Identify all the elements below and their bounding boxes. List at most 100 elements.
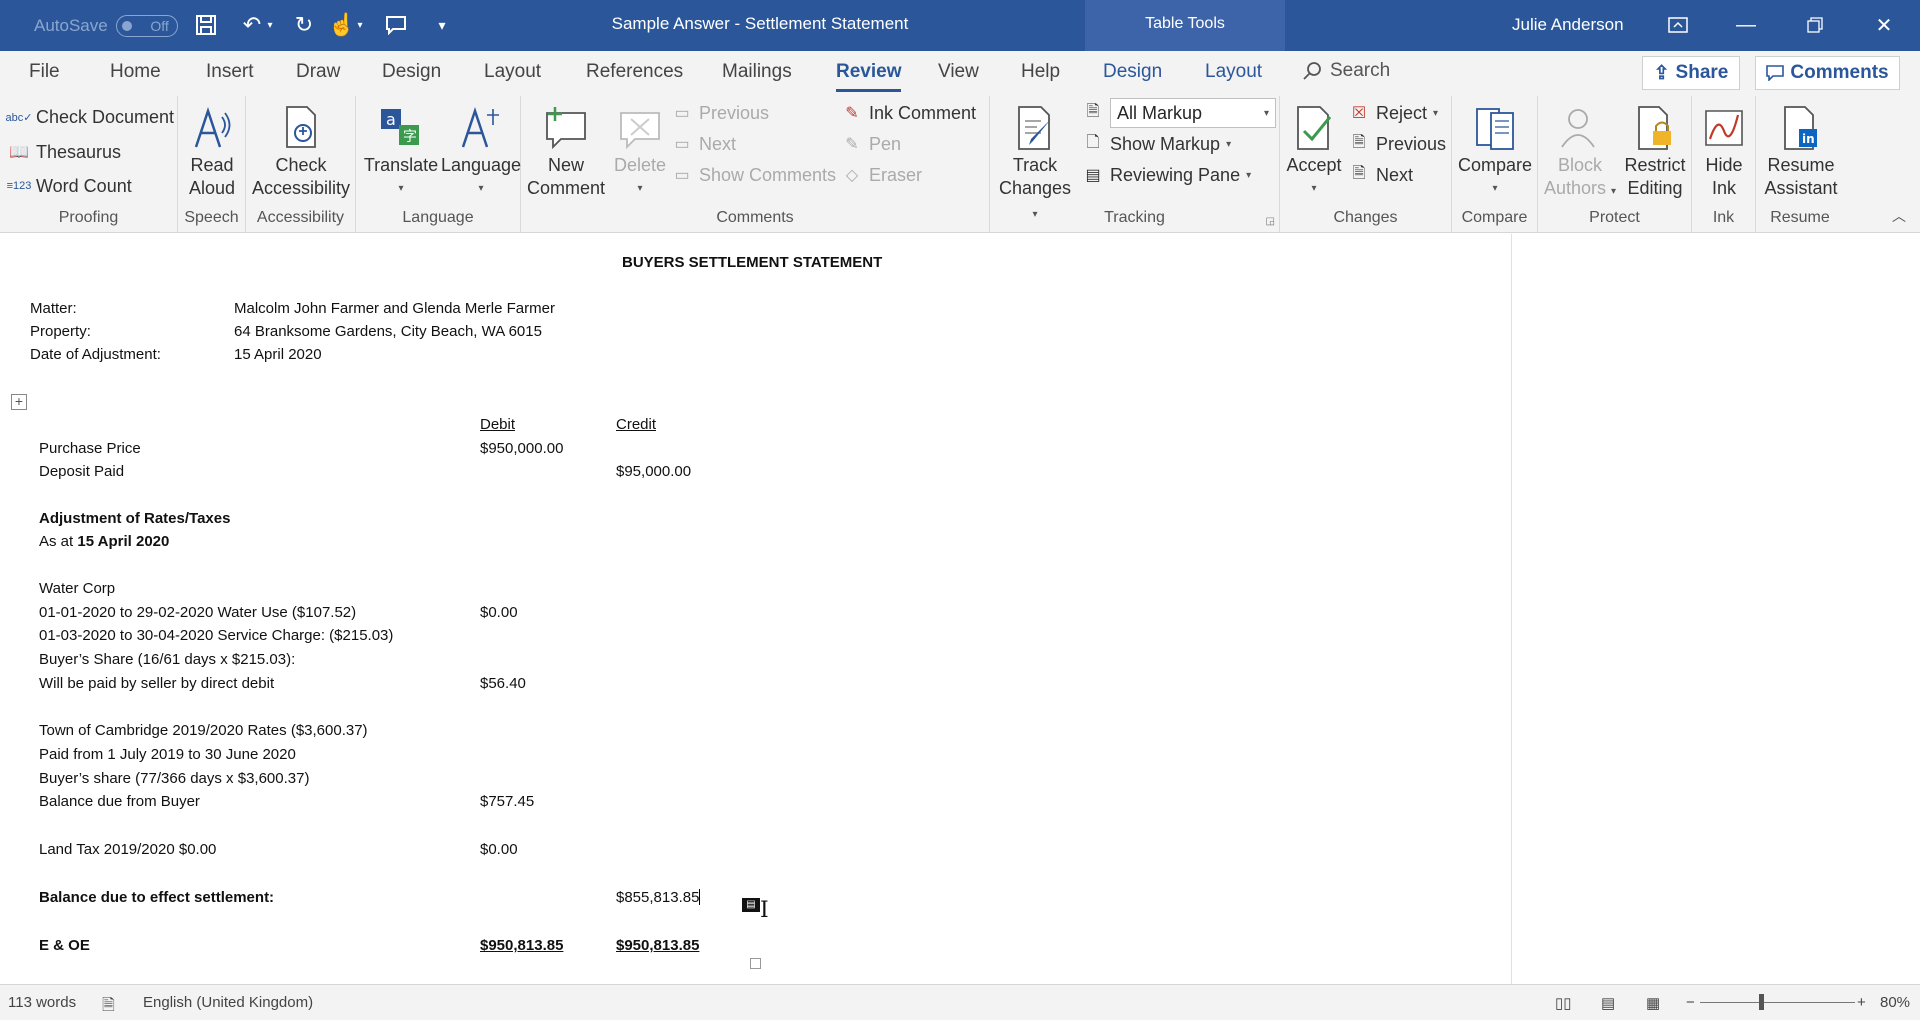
tab-references[interactable]: References	[586, 61, 683, 83]
compare-label: Compare	[1457, 155, 1533, 175]
word-count-status[interactable]: 113 words	[8, 994, 76, 1011]
protect-group-label: Protect	[1589, 209, 1640, 226]
tab-insert[interactable]: Insert	[206, 61, 254, 83]
zoom-slider-thumb[interactable]	[1759, 994, 1764, 1010]
resume-assistant-button[interactable]: in Resume Assistant	[1758, 102, 1844, 200]
read-mode-icon[interactable]: ▯▯	[1555, 994, 1572, 1012]
share-label: Share	[1675, 62, 1729, 83]
next-change-button[interactable]: 🗎 Next	[1348, 164, 1413, 186]
share-icon: ⇪	[1653, 62, 1670, 84]
word-count-button[interactable]: ≡123 Word Count	[7, 175, 132, 197]
balance-settlement-label: Balance due to effect settlement:	[39, 889, 275, 906]
reject-label: Reject	[1376, 102, 1428, 123]
tab-draw[interactable]: Draw	[296, 61, 340, 83]
web-layout-icon[interactable]: ▦	[1646, 994, 1660, 1012]
markup-view-select[interactable]: All Markup ▾	[1110, 98, 1276, 128]
title-bar: AutoSave Off ↶ ▾ ↻ ☝ ▾ ▾ Sample Answer -…	[0, 0, 1920, 51]
autosave-control[interactable]: AutoSave Off	[34, 0, 178, 51]
table-move-handle-icon[interactable]: +	[11, 394, 27, 410]
tab-review[interactable]: Review	[836, 61, 902, 92]
tab-design[interactable]: Design	[382, 61, 441, 83]
show-markup-button[interactable]: 🗋 Show Markup ▾	[1082, 133, 1232, 155]
page-margin-line	[1511, 234, 1512, 984]
tab-help[interactable]: Help	[1021, 61, 1060, 83]
deposit-paid-label: Deposit Paid	[39, 463, 125, 480]
close-icon[interactable]: ✕	[1866, 8, 1902, 42]
new-comment-icon	[543, 102, 589, 154]
track-changes-button[interactable]: Track Changes ▾	[996, 102, 1074, 226]
comments-button[interactable]: Comments	[1755, 56, 1900, 90]
tracking-options-launcher-icon[interactable]: ◲	[1266, 216, 1275, 227]
accept-button[interactable]: Accept ▾	[1282, 102, 1346, 200]
check-document-button[interactable]: abc✓ Check Document	[6, 106, 175, 128]
compare-button[interactable]: Compare ▾	[1455, 102, 1535, 200]
check-accessibility-button[interactable]: Check Accessibility	[250, 102, 352, 200]
table-resize-handle-icon[interactable]	[750, 958, 761, 969]
document-title: Sample Answer - Settlement Statement	[611, 14, 909, 33]
pen-button[interactable]: ✎ Pen	[841, 133, 901, 155]
property-value: 64 Branksome Gardens, City Beach, WA 601…	[234, 323, 542, 340]
language-button[interactable]: Language ▾	[441, 102, 521, 200]
read-aloud-button[interactable]: Read Aloud	[185, 102, 239, 200]
hide-ink-button[interactable]: Hide Ink	[1696, 102, 1752, 200]
ribbon-display-options-icon[interactable]	[1660, 8, 1696, 42]
autosave-toggle[interactable]: Off	[115, 14, 178, 37]
language-status[interactable]: English (United Kingdom)	[143, 994, 313, 1011]
paste-options-icon[interactable]: ▤	[742, 898, 760, 912]
delete-label: Delete	[613, 155, 667, 175]
tab-file[interactable]: File	[29, 61, 60, 83]
user-name[interactable]: Julie Anderson	[1512, 0, 1624, 50]
tab-view[interactable]: View	[938, 61, 979, 83]
show-comments-button[interactable]: ▭ Show Comments	[671, 164, 836, 186]
reviewing-pane-button[interactable]: ▤ Reviewing Pane ▾	[1082, 164, 1251, 186]
block-authors-button[interactable]: Block Authors ▾	[1542, 102, 1618, 203]
comment-icon	[1766, 65, 1785, 81]
delete-comment-icon	[617, 102, 663, 154]
paid-from-label: Paid from 1 July 2019 to 30 June 2020	[39, 746, 296, 763]
zoom-slider-track[interactable]	[1700, 1002, 1855, 1003]
thesaurus-button[interactable]: 📖 Thesaurus	[8, 141, 121, 163]
proofing-status-icon[interactable]: 🗎	[102, 994, 115, 1020]
matter-label: Matter:	[30, 300, 77, 317]
tab-layout[interactable]: Layout	[484, 61, 541, 83]
previous-change-button[interactable]: 🗎 Previous	[1348, 133, 1446, 155]
next-comment-button[interactable]: ▭ Next	[671, 133, 736, 155]
tab-mailings[interactable]: Mailings	[722, 61, 792, 83]
proofing-group-label: Proofing	[58, 209, 119, 226]
undo-dropdown-icon[interactable]: ▾	[262, 10, 278, 40]
collapse-ribbon-icon[interactable]: ︿	[1892, 206, 1906, 226]
previous-comment-label: Previous	[699, 102, 770, 123]
restrict-editing-button[interactable]: Restrict Editing	[1620, 102, 1690, 200]
block-authors-label-1: Block	[1557, 155, 1602, 175]
zoom-out-icon[interactable]: −	[1686, 994, 1695, 1011]
document-area[interactable]: BUYERS SETTLEMENT STATEMENT Matter: Malc…	[0, 234, 1920, 984]
new-comment-button[interactable]: New Comment	[525, 102, 607, 200]
comment-quick-icon[interactable]	[380, 10, 412, 40]
restore-icon[interactable]	[1797, 8, 1833, 42]
previous-change-icon: 🗎	[1352, 133, 1366, 151]
previous-comment-button[interactable]: ▭ Previous	[671, 102, 769, 124]
tell-me-search[interactable]: Search	[1302, 60, 1390, 82]
customize-toolbar-icon[interactable]: ▾	[426, 10, 458, 40]
reject-button[interactable]: ☒ Reject ▾	[1348, 102, 1438, 124]
zoom-level[interactable]: 80%	[1880, 994, 1910, 1011]
ink-comment-button[interactable]: ✎ Ink Comment	[841, 102, 976, 124]
balance-settlement-credit[interactable]: $855,813.85	[616, 889, 701, 906]
svg-text:in: in	[1802, 132, 1815, 146]
eraser-button[interactable]: ◇ Eraser	[841, 164, 922, 186]
tab-table-design[interactable]: Design	[1103, 61, 1162, 83]
translate-button[interactable]: a字 Translate ▾	[362, 102, 440, 200]
redo-icon[interactable]: ↻	[288, 10, 320, 40]
touch-dropdown-icon[interactable]: ▾	[352, 10, 368, 40]
reject-icon: ☒	[1351, 105, 1367, 122]
tab-home[interactable]: Home	[110, 61, 161, 83]
tab-table-layout[interactable]: Layout	[1205, 61, 1262, 83]
minimize-icon[interactable]: —	[1728, 8, 1764, 42]
date-value: 15 April 2020	[234, 346, 322, 363]
delete-comment-button[interactable]: Delete ▾	[609, 102, 671, 200]
text-caret	[699, 889, 701, 905]
share-button[interactable]: ⇪ Share	[1642, 56, 1740, 90]
save-icon[interactable]	[190, 10, 222, 40]
zoom-in-icon[interactable]: +	[1857, 994, 1866, 1011]
print-layout-icon[interactable]: ▤	[1601, 994, 1615, 1012]
